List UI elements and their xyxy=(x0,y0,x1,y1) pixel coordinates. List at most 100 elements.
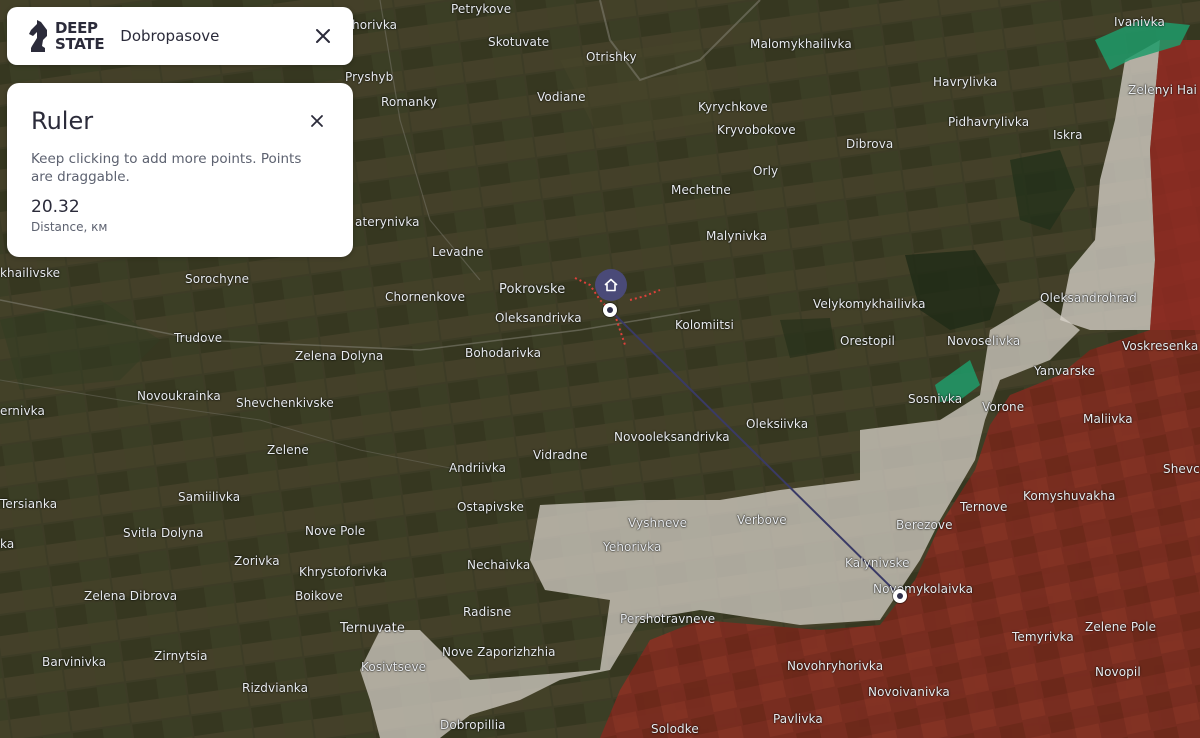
place-label: Zelenyi Hai xyxy=(1128,83,1197,97)
place-label: Komyshuvakha xyxy=(1023,489,1116,503)
place-label: Shevc xyxy=(1163,462,1200,476)
ruler-distance-value: 20.32 xyxy=(31,197,80,217)
place-label: Otrishky xyxy=(586,50,637,64)
close-icon xyxy=(311,115,323,127)
place-label: Pidhavrylivka xyxy=(948,115,1030,129)
place-label: Iskra xyxy=(1053,128,1083,142)
place-label: Vyshneve xyxy=(628,516,688,530)
place-label: Sorochyne xyxy=(185,272,250,286)
close-ruler-button[interactable] xyxy=(303,107,331,135)
ruler-point-dot xyxy=(897,593,903,599)
place-label: Trudove xyxy=(174,331,223,345)
place-label: Oleksandrohrad xyxy=(1040,291,1137,305)
place-label: Ternove xyxy=(960,500,1008,514)
place-label: khailivske xyxy=(0,266,61,280)
place-label: Vidradne xyxy=(533,448,588,462)
place-label: Svitla Dolyna xyxy=(123,526,204,540)
place-label: Nechaivka xyxy=(467,558,531,572)
place-label: Zelene Pole xyxy=(1085,620,1157,634)
place-label: Novoukrainka xyxy=(137,389,221,403)
place-label: horivka xyxy=(352,18,398,32)
location-title: Dobropasove xyxy=(120,27,220,45)
place-label: Zorivka xyxy=(234,554,280,568)
place-label: Bohodarivka xyxy=(465,346,542,360)
place-label: Solodke xyxy=(651,722,699,736)
place-label: Malynivka xyxy=(706,229,768,243)
ruler-point-end[interactable] xyxy=(893,589,907,603)
place-label: Dobropillia xyxy=(440,718,506,732)
home-marker[interactable] xyxy=(595,269,627,301)
place-label: Temyrivka xyxy=(1012,630,1074,644)
place-label: Berezove xyxy=(896,518,953,532)
place-label: Oleksandrivka xyxy=(495,311,582,325)
place-label: Barvinivka xyxy=(42,655,107,669)
place-label: Chornenkove xyxy=(385,290,466,304)
place-label: Kosivtseve xyxy=(361,660,427,674)
place-label: Kalynivske xyxy=(845,556,910,570)
home-icon xyxy=(604,278,618,292)
place-label: Romanky xyxy=(381,95,438,109)
place-label: Havrylivka xyxy=(933,75,998,89)
place-label: Maliivka xyxy=(1083,412,1133,426)
place-label: Novopil xyxy=(1095,665,1141,679)
place-label: Kolomiitsi xyxy=(675,318,734,332)
place-label: Pokrovske xyxy=(499,282,566,297)
place-label: Velykomykhailivka xyxy=(813,297,926,311)
logo-text: DEEP STATE xyxy=(55,19,105,53)
place-label: Oleksiivka xyxy=(746,417,809,431)
place-label: Kyrychkove xyxy=(698,100,768,114)
place-label: Tersianka xyxy=(0,497,58,511)
place-label: Petrykove xyxy=(451,2,512,16)
place-label: Nove Zaporizhzhia xyxy=(442,645,556,659)
place-label: Zelene xyxy=(267,443,309,457)
place-label: Novohryhorivka xyxy=(787,659,884,673)
place-label: Zelena Dibrova xyxy=(84,589,178,603)
ruler-point-dot xyxy=(607,307,613,313)
place-label: Mechetne xyxy=(671,183,731,197)
top-bar: DEEP STATE Dobropasove xyxy=(7,7,353,65)
place-label: Rizdvianka xyxy=(242,681,309,695)
place-label: Andriivka xyxy=(449,461,507,475)
place-label: Dibrova xyxy=(846,137,894,151)
place-label: Verbove xyxy=(737,513,787,527)
place-label: ka xyxy=(0,537,15,551)
place-label: Skotuvate xyxy=(488,35,550,49)
place-label: Radisne xyxy=(463,605,512,619)
place-label: Nove Pole xyxy=(305,524,366,538)
place-label: Malomykhailivka xyxy=(750,37,852,51)
close-location-button[interactable] xyxy=(309,22,337,50)
place-label: Shevchenkivske xyxy=(236,396,334,410)
place-label: Yanvarske xyxy=(1034,364,1096,378)
ruler-title: Ruler xyxy=(31,107,94,135)
place-label: Khrystoforivka xyxy=(299,565,388,579)
deepstate-logo[interactable]: DEEP STATE xyxy=(27,18,105,54)
place-label: Levadne xyxy=(432,245,484,259)
place-label: Novomykolaivka xyxy=(873,582,974,596)
place-label: Pryshyb xyxy=(345,70,394,84)
logo-line-1: DEEP xyxy=(55,19,98,37)
place-label: Vodiane xyxy=(537,90,586,104)
ruler-point-start[interactable] xyxy=(603,303,617,317)
ruler-hint: Keep clicking to add more points. Points… xyxy=(31,151,302,185)
place-label: Yehorivka xyxy=(603,540,662,554)
place-label: Kryvobokove xyxy=(717,123,796,137)
place-label: Voskresenka xyxy=(1122,339,1199,353)
place-label: aterynivka xyxy=(355,215,420,229)
place-label: Orestopil xyxy=(840,334,895,348)
place-label: ernivka xyxy=(0,404,45,418)
place-label: Novooleksandrivka xyxy=(614,430,730,444)
logo-line-2: STATE xyxy=(55,35,105,53)
place-label: Novoivanivka xyxy=(868,685,950,699)
place-label: Novoselivka xyxy=(947,334,1021,348)
place-label: Pavlivka xyxy=(773,712,823,726)
place-label: Vorone xyxy=(982,400,1025,414)
place-label: Orly xyxy=(753,164,779,178)
place-label: Zirnytsia xyxy=(154,649,208,663)
ruler-panel: Ruler Keep clicking to add more points. … xyxy=(7,83,353,257)
place-label: Ivanivka xyxy=(1114,15,1165,29)
place-label: Zelena Dolyna xyxy=(295,349,384,363)
place-label: Pershotravneve xyxy=(620,612,716,626)
place-label: Boikove xyxy=(295,589,343,603)
place-label: Sosnivka xyxy=(908,392,963,406)
knight-logo-icon xyxy=(29,20,47,52)
